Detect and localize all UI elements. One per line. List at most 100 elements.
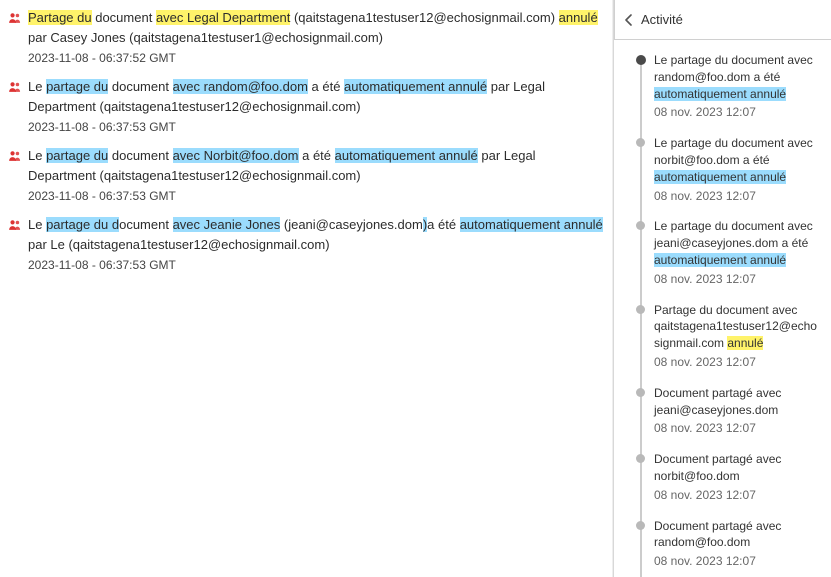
audit-timestamp: 2023-11-08 - 06:37:53 GMT — [28, 256, 604, 274]
timeline-dot — [636, 305, 645, 314]
text-run: Partage du document avec Legal Departmen… — [28, 10, 598, 45]
people-icon — [8, 149, 22, 163]
timeline-timestamp: 08 nov. 2023 12:07 — [654, 487, 821, 504]
timeline-timestamp: 08 nov. 2023 12:07 — [654, 104, 821, 121]
text-run: Le partage du document avec random@foo.d… — [28, 79, 545, 114]
timeline-text: Le partage du document avec norbit@foo.d… — [654, 135, 821, 185]
audit-timestamp: 2023-11-08 - 06:37:53 GMT — [28, 118, 604, 136]
text-segment: annulé — [727, 336, 763, 350]
timeline-text: Document partagé avec jeani@caseyjones.d… — [654, 385, 821, 419]
people-icon — [8, 11, 22, 25]
text-run: Le partage du document avec Norbit@foo.d… — [28, 148, 536, 183]
text-segment: Document partagé avec random@foo.dom — [654, 519, 781, 550]
text-run: Le partage du document avec jeani@caseyj… — [654, 219, 813, 267]
text-segment: automatiquement annulé — [654, 253, 786, 267]
timeline-dot — [636, 388, 645, 397]
text-segment: par Casey Jones (qaitstagena1testuser1@e… — [28, 30, 383, 45]
text-segment: Document partagé avec norbit@foo.dom — [654, 452, 781, 483]
text-segment: a été — [427, 217, 460, 232]
audit-content: Le partage du document avec Jeanie Jones… — [28, 215, 604, 274]
timeline-timestamp: 08 nov. 2023 12:07 — [654, 188, 821, 205]
timeline-text: Document partagé avec norbit@foo.dom — [654, 451, 821, 485]
text-run: Document partagé avec random@foo.dom — [654, 519, 781, 550]
text-segment: (qaitstagena1testuser12@echosignmail.com… — [290, 10, 558, 25]
text-run: Le partage du document avec Jeanie Jones… — [28, 217, 603, 252]
activity-timeline: Le partage du document avec random@foo.d… — [614, 40, 831, 577]
audit-item: Le partage du document avec Norbit@foo.d… — [8, 146, 604, 205]
text-segment: par Le (qaitstagena1testuser12@echosignm… — [28, 237, 330, 252]
timeline-dot — [636, 138, 645, 147]
text-segment: automatiquement annulé — [344, 79, 487, 94]
audit-item: Le partage du document avec Jeanie Jones… — [8, 215, 604, 274]
timeline-dot — [636, 454, 645, 463]
text-segment: Le — [28, 79, 46, 94]
text-run: Le partage du document avec random@foo.d… — [654, 53, 813, 101]
timeline-item[interactable]: Document partagé avec jeani@caseyjones.d… — [636, 385, 821, 437]
text-segment: annulé — [559, 10, 598, 25]
text-segment: a été — [299, 148, 335, 163]
timeline-text: Document partagé avec random@foo.dom — [654, 518, 821, 552]
timeline-timestamp: 08 nov. 2023 12:07 — [654, 271, 821, 288]
audit-content: Partage du document avec Legal Departmen… — [28, 8, 604, 67]
text-segment: avec Jeanie Jones — [173, 217, 281, 232]
timeline-text: Partage du document avec qaitstagena1tes… — [654, 302, 821, 352]
timeline-item[interactable]: Le partage du document avec jeani@caseyj… — [636, 218, 821, 287]
audit-content: Le partage du document avec random@foo.d… — [28, 77, 604, 136]
audit-text: Le partage du document avec random@foo.d… — [28, 77, 604, 116]
text-run: Document partagé avec norbit@foo.dom — [654, 452, 781, 483]
timeline-dot — [636, 55, 646, 65]
people-icon — [8, 218, 22, 232]
text-segment: Le partage du document avec norbit@foo.d… — [654, 136, 813, 167]
text-segment: avec random@foo.dom — [173, 79, 308, 94]
text-run: Partage du document avec qaitstagena1tes… — [654, 303, 817, 351]
timeline-item[interactable]: Le partage du document avec random@foo.d… — [636, 52, 821, 121]
text-segment: Partage du — [28, 10, 92, 25]
text-segment: document — [108, 148, 172, 163]
text-segment: document — [92, 10, 156, 25]
audit-text: Le partage du document avec Jeanie Jones… — [28, 215, 604, 254]
audit-text: Le partage du document avec Norbit@foo.d… — [28, 146, 604, 185]
text-segment: avec Norbit@foo.dom — [173, 148, 299, 163]
timeline-item[interactable]: Document partagé avec norbit@foo.dom 08 n… — [636, 451, 821, 503]
timeline-dot — [636, 521, 645, 530]
text-segment: (jeani@caseyjones.dom — [280, 217, 423, 232]
text-segment: Document partagé avec jeani@caseyjones.d… — [654, 386, 781, 417]
audit-item: Le partage du document avec random@foo.d… — [8, 77, 604, 136]
text-segment: automatiquement annulé — [335, 148, 478, 163]
activity-panel-header[interactable]: Activité — [614, 0, 831, 40]
text-segment: automatiquement annulé — [654, 87, 786, 101]
text-segment: a été — [308, 79, 344, 94]
audit-item: Partage du document avec Legal Departmen… — [8, 8, 604, 67]
audit-content: Le partage du document avec Norbit@foo.d… — [28, 146, 604, 205]
audit-log: Partage du document avec Legal Departmen… — [0, 0, 613, 577]
audit-text: Partage du document avec Legal Departmen… — [28, 8, 604, 47]
timeline-timestamp: 08 nov. 2023 12:07 — [654, 354, 821, 371]
text-run: Le partage du document avec norbit@foo.d… — [654, 136, 813, 184]
timeline-text: Le partage du document avec jeani@caseyj… — [654, 218, 821, 268]
text-segment: Le — [28, 217, 46, 232]
timeline-text: Le partage du document avec random@foo.d… — [654, 52, 821, 102]
text-segment: partage du — [46, 79, 108, 94]
text-segment: Le partage du document avec jeani@caseyj… — [654, 219, 813, 250]
audit-timestamp: 2023-11-08 - 06:37:52 GMT — [28, 49, 604, 67]
text-segment: automatiquement annulé — [460, 217, 603, 232]
text-segment: ocument — [119, 217, 172, 232]
text-run: Document partagé avec jeani@caseyjones.d… — [654, 386, 781, 417]
timeline-item[interactable]: Document partagé avec random@foo.dom 08 n… — [636, 518, 821, 570]
text-segment: automatiquement annulé — [654, 170, 786, 184]
text-segment: avec Legal Department — [156, 10, 290, 25]
timeline-timestamp: 08 nov. 2023 12:07 — [654, 420, 821, 437]
text-segment: partage du d — [46, 217, 119, 232]
people-icon — [8, 80, 22, 94]
timeline-timestamp: 08 nov. 2023 12:07 — [654, 553, 821, 570]
timeline-item[interactable]: Le partage du document avec norbit@foo.d… — [636, 135, 821, 204]
timeline-item[interactable]: Partage du document avec qaitstagena1tes… — [636, 302, 821, 371]
chevron-left-icon — [625, 14, 633, 26]
audit-timestamp: 2023-11-08 - 06:37:53 GMT — [28, 187, 604, 205]
text-segment: Le partage du document avec random@foo.d… — [654, 53, 813, 84]
timeline-dot — [636, 221, 645, 230]
text-segment: document — [108, 79, 172, 94]
text-segment: partage du — [46, 148, 108, 163]
activity-panel-title: Activité — [641, 12, 683, 27]
text-segment: Le — [28, 148, 46, 163]
